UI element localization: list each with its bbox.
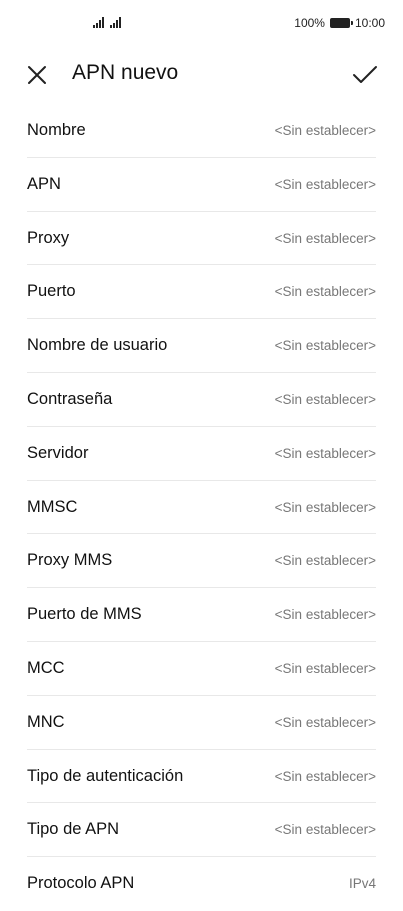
setting-value: <Sin establecer>: [274, 822, 376, 838]
setting-value: <Sin establecer>: [274, 123, 376, 138]
setting-row-puerto-de-mms[interactable]: Puerto de MMS <Sin establecer>: [27, 588, 376, 642]
setting-row-proxy[interactable]: Proxy <Sin establecer>: [27, 212, 376, 266]
setting-label: APN: [27, 174, 61, 193]
setting-row-tipo-de-apn[interactable]: Tipo de APN <Sin establecer>: [27, 803, 376, 858]
setting-label: Contraseña: [27, 389, 113, 408]
status-bar: 100% 10:00: [0, 0, 403, 48]
setting-row-tipo-de-autenticacion[interactable]: Tipo de autenticación <Sin establecer>: [27, 750, 376, 804]
setting-label: Proxy MMS: [27, 551, 113, 570]
signal-icon: [110, 17, 121, 28]
setting-value: <Sin establecer>: [274, 553, 376, 569]
setting-value: <Sin establecer>: [274, 768, 376, 784]
setting-label: Nombre: [27, 121, 86, 139]
setting-label: MMSC: [27, 497, 78, 516]
setting-label: Nombre de usuario: [27, 336, 168, 355]
setting-label: MNC: [27, 712, 65, 731]
status-right: 100% 10:00: [294, 16, 385, 30]
setting-label: Proxy: [27, 228, 70, 247]
app-bar: APN nuevo: [0, 48, 403, 100]
setting-row-nombre[interactable]: Nombre <Sin establecer>: [27, 104, 376, 158]
signal-icons: [93, 17, 121, 28]
clock: 10:00: [354, 16, 385, 30]
setting-value: <Sin establecer>: [274, 714, 376, 730]
page-title: APN nuevo: [72, 61, 179, 84]
setting-label: Tipo de autenticación: [27, 766, 184, 785]
setting-value: <Sin establecer>: [274, 499, 376, 515]
setting-label: Puerto: [27, 282, 76, 301]
setting-label: Puerto de MMS: [27, 605, 142, 624]
battery-percent: 100%: [294, 16, 325, 30]
close-icon: [28, 66, 46, 84]
setting-value: <Sin establecer>: [274, 391, 376, 407]
signal-icon: [93, 17, 104, 28]
setting-row-nombre-de-usuario[interactable]: Nombre de usuario <Sin establecer>: [27, 319, 376, 373]
apn-settings-list: Nombre <Sin establecer> APN <Sin estable…: [0, 104, 403, 911]
setting-row-mmsc[interactable]: MMSC <Sin establecer>: [27, 481, 376, 535]
setting-label: Protocolo APN: [27, 874, 135, 893]
setting-label: Tipo de APN: [27, 820, 120, 839]
setting-label: MCC: [27, 658, 65, 677]
setting-value: <Sin establecer>: [274, 607, 376, 623]
check-icon: [353, 66, 377, 83]
setting-row-puerto[interactable]: Puerto <Sin establecer>: [27, 265, 376, 320]
setting-row-servidor[interactable]: Servidor <Sin establecer>: [27, 427, 376, 481]
setting-row-contrasena[interactable]: Contraseña <Sin establecer>: [27, 373, 376, 427]
setting-value: <Sin establecer>: [274, 176, 376, 192]
setting-row-apn[interactable]: APN <Sin establecer>: [27, 158, 376, 212]
close-button[interactable]: [22, 60, 52, 90]
setting-label: Servidor: [27, 443, 89, 462]
setting-row-proxy-mms[interactable]: Proxy MMS <Sin establecer>: [27, 534, 376, 589]
setting-value: <Sin establecer>: [274, 338, 376, 354]
confirm-button[interactable]: [349, 59, 381, 91]
battery-icon: [329, 18, 353, 28]
setting-value: <Sin establecer>: [274, 445, 376, 461]
setting-row-mnc[interactable]: MNC <Sin establecer>: [27, 696, 376, 750]
setting-row-mcc[interactable]: MCC <Sin establecer>: [27, 642, 376, 696]
setting-row-protocolo-apn[interactable]: Protocolo APN IPv4: [27, 857, 376, 911]
setting-value: <Sin establecer>: [274, 284, 376, 300]
setting-value: <Sin establecer>: [274, 660, 376, 676]
setting-value: <Sin establecer>: [274, 230, 376, 246]
setting-value: IPv4: [348, 876, 376, 892]
